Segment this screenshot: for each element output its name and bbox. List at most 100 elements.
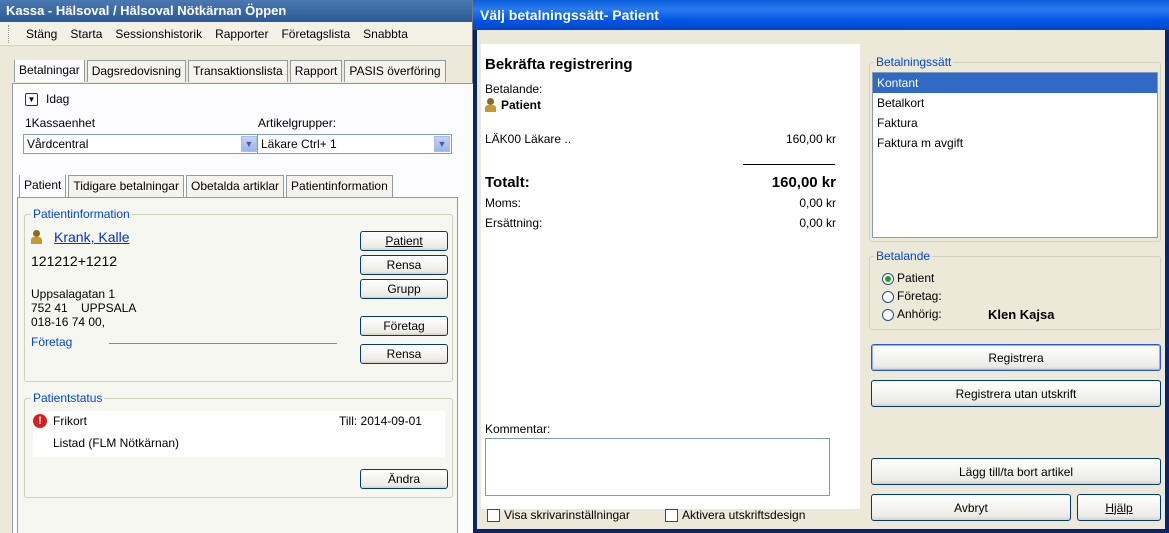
rensa-button-2[interactable]: Rensa: [360, 344, 448, 364]
registrera-button-label: Registrera: [988, 350, 1044, 365]
menu-snabbtangenter[interactable]: Snabbta: [363, 27, 408, 41]
menu-stang[interactable]: Stäng: [26, 27, 57, 41]
radio-foretag-row[interactable]: Företag:: [882, 289, 942, 303]
idag-toggle[interactable]: ▼ Idag: [25, 92, 69, 106]
subtab-patient[interactable]: Patient: [19, 175, 67, 197]
foretag-label: Företag: [31, 335, 73, 349]
status-list: ! Frikort Till: 2014-09-01 Listad (FLM N…: [33, 411, 445, 457]
article-name: LÄK00 Läkare ..: [485, 132, 572, 146]
ersattning-value: 0,00 kr: [799, 216, 836, 230]
registrera-utan-label: Registrera utan utskrift: [955, 386, 1077, 401]
rensa-button-2-label: Rensa: [386, 347, 422, 361]
kommentar-label: Kommentar:: [485, 422, 550, 436]
main-tabs: Betalningar Dagsredovisning Transaktions…: [14, 60, 473, 82]
visa-checkbox[interactable]: [487, 508, 500, 522]
registrera-button[interactable]: Registrera: [871, 344, 1161, 371]
menu-foretagslista[interactable]: Företagslista: [281, 27, 350, 41]
patient-subpanel: Patientinformation Krank, Kalle 121212+1…: [17, 197, 458, 533]
rensa-button-1[interactable]: Rensa: [360, 255, 448, 275]
betalande-value: Patient: [501, 98, 542, 112]
hjalp-button[interactable]: Hjälp: [1077, 494, 1161, 521]
payment-option-betalkort[interactable]: Betalkort: [873, 93, 1157, 113]
patient-subtabs: Patient Tidigare betalningar Obetalda ar…: [19, 175, 459, 197]
payment-dialog: Välj betalningssätt- Patient Bekräfta re…: [473, 0, 1169, 533]
avbryt-button[interactable]: Avbryt: [871, 494, 1071, 521]
patientinfo-group: Patientinformation Krank, Kalle 121212+1…: [24, 207, 453, 382]
andra-button[interactable]: Ändra: [360, 469, 448, 489]
chevron-down-icon[interactable]: ▼: [241, 136, 257, 152]
menu-starta[interactable]: Starta: [70, 27, 102, 41]
tab-pasis[interactable]: PASIS överföring: [344, 60, 446, 82]
toolbar-grip[interactable]: [8, 24, 12, 43]
receipt-panel: Bekräfta registrering Betalande: Patient…: [481, 44, 860, 509]
tab-transaktionslista[interactable]: Transaktionslista: [188, 60, 288, 82]
chevron-down-icon[interactable]: ▼: [434, 136, 450, 152]
patient-city: UPPSALA: [81, 301, 137, 315]
aktivera-checkbox[interactable]: [665, 508, 678, 522]
kassaenhet-value: Vårdcentral: [27, 137, 89, 151]
status-frikort: Frikort: [53, 414, 87, 428]
kassa-window-title: Kassa - Hälsoval / Hälsoval Nötkärnan Öp…: [0, 0, 472, 22]
grupp-button-label: Grupp: [387, 282, 421, 296]
registrera-utan-utskrift-button[interactable]: Registrera utan utskrift: [871, 380, 1161, 407]
patient-phone: 018-16 74 00,: [31, 315, 106, 329]
artikelgrupper-select[interactable]: Läkare Ctrl+ 1 ▼: [257, 134, 452, 154]
artikelgrupper-label: Artikelgrupper:: [258, 116, 337, 130]
tab-dagsredovisning[interactable]: Dagsredovisning: [86, 60, 187, 82]
subtab-patientinformation[interactable]: Patientinformation: [286, 175, 393, 197]
payment-option-faktura-avgift[interactable]: Faktura m avgift: [873, 133, 1157, 153]
article-price: 160,00 kr: [785, 132, 836, 146]
status-till-date: Till: 2014-09-01: [339, 414, 422, 428]
aktivera-checkbox-row[interactable]: Aktivera utskriftsdesign: [665, 508, 805, 522]
betalningssatt-group: Betalningssätt Kontant Betalkort Faktura…: [869, 55, 1161, 242]
menu-sessionshistorik[interactable]: Sessionshistorik: [115, 27, 202, 41]
betalande-row: Patient: [485, 98, 541, 112]
patient-button-label: Patient: [385, 234, 423, 248]
tab-rapport[interactable]: Rapport: [289, 60, 343, 82]
patient-icon: [31, 230, 42, 244]
anhorig-name: Klen Kajsa: [988, 307, 1055, 322]
artikelgrupper-value: Läkare Ctrl+ 1: [261, 137, 337, 151]
subtab-tidigare-betalningar[interactable]: Tidigare betalningar: [68, 175, 184, 197]
patientinfo-title: Patientinformation: [31, 207, 132, 221]
radio-patient[interactable]: [882, 272, 894, 285]
expand-icon[interactable]: ▼: [25, 92, 38, 106]
total-value: 160,00 kr: [771, 174, 836, 191]
receipt-heading: Bekräfta registrering: [485, 56, 633, 73]
alert-icon: !: [33, 414, 47, 428]
radio-patient-row[interactable]: Patient: [882, 271, 934, 285]
betalningssatt-title: Betalningssätt: [874, 55, 954, 69]
patient-postal-code: 752 41: [31, 301, 68, 315]
radio-anhorig[interactable]: [882, 308, 894, 321]
lagg-till-label: Lägg till/ta bort artikel: [958, 464, 1074, 479]
kassa-window: Kassa - Hälsoval / Hälsoval Nötkärnan Öp…: [0, 0, 473, 533]
payment-option-kontant[interactable]: Kontant: [873, 73, 1157, 93]
payment-option-faktura[interactable]: Faktura: [873, 113, 1157, 133]
foretag-button[interactable]: Företag: [360, 316, 448, 336]
foretag-button-label: Företag: [383, 319, 425, 333]
moms-value: 0,00 kr: [799, 196, 836, 210]
foretag-divider: [109, 343, 337, 344]
menubar: Stäng Starta Sessionshistorik Rapporter …: [0, 22, 472, 46]
kommentar-input[interactable]: [485, 438, 830, 496]
grupp-button[interactable]: Grupp: [360, 279, 448, 299]
lagg-till-artikel-button[interactable]: Lägg till/ta bort artikel: [871, 458, 1161, 485]
patient-name-link[interactable]: Krank, Kalle: [54, 229, 129, 245]
patientstatus-title: Patientstatus: [31, 391, 105, 405]
dialog-title: Välj betalningssätt- Patient: [473, 0, 1169, 30]
radio-foretag[interactable]: [882, 290, 894, 303]
patient-button[interactable]: Patient: [360, 231, 448, 251]
kassaenhet-select[interactable]: Vårdcentral ▼: [23, 134, 259, 154]
patient-address: Uppsalagatan 1: [31, 287, 116, 301]
status-listad: Listad (FLM Nötkärnan): [53, 436, 180, 450]
subtab-obetalda-artiklar[interactable]: Obetalda artiklar: [185, 175, 285, 197]
betalningar-panel: ▼ Idag 1Kassaenhet Vårdcentral ▼ Artikel…: [12, 83, 473, 533]
status-row-frikort[interactable]: ! Frikort: [33, 414, 87, 428]
radio-anhorig-row[interactable]: Anhörig:: [882, 307, 942, 321]
menu-rapporter[interactable]: Rapporter: [215, 27, 268, 41]
betalande-group-title: Betalande: [874, 249, 933, 263]
dialog-body: Bekräfta registrering Betalande: Patient…: [477, 30, 1165, 529]
visa-checkbox-row[interactable]: Visa skrivarinställningar: [487, 508, 630, 522]
tab-betalningar[interactable]: Betalningar: [14, 60, 85, 82]
kommentar-label-text: Kommentar:: [485, 422, 551, 436]
